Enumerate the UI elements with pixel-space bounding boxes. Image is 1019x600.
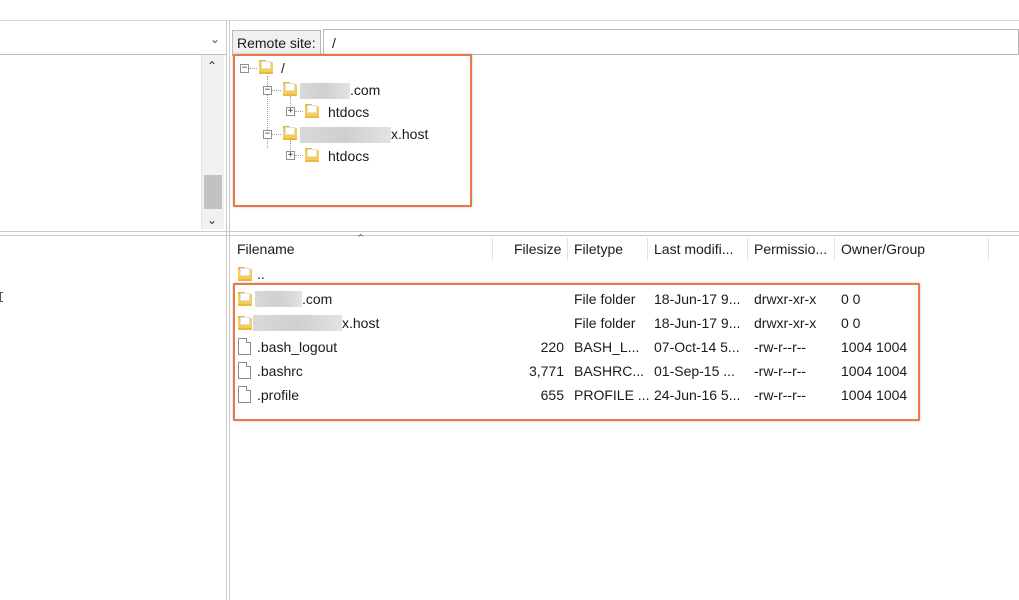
- pane-splitter-edge: [229, 21, 230, 600]
- local-site-dropdown[interactable]: ⌄: [0, 28, 226, 55]
- column-header-owner[interactable]: Owner/Group: [841, 236, 925, 262]
- column-header-permissions[interactable]: Permissio...: [754, 236, 827, 262]
- column-header-filesize[interactable]: Filesize: [514, 236, 561, 262]
- table-row-parent[interactable]: ..: [231, 263, 931, 285]
- top-divider: [0, 20, 1019, 21]
- local-tree-scrollbar[interactable]: ⌃ ⌄: [201, 55, 224, 229]
- tree-highlight-box: [233, 54, 472, 207]
- scroll-up-icon[interactable]: ⌃: [207, 59, 217, 73]
- sort-ascending-icon: ⌃: [356, 233, 366, 245]
- column-header-modified[interactable]: Last modifi...: [654, 236, 733, 262]
- folder-icon: [238, 267, 252, 281]
- resize-handle-icon[interactable]: [0, 292, 3, 302]
- scroll-thumb[interactable]: [204, 175, 222, 209]
- remote-site-input[interactable]: /: [323, 29, 1019, 55]
- files-highlight-box: [233, 283, 920, 421]
- remote-site-label: Remote site:: [232, 30, 321, 56]
- column-header-filetype[interactable]: Filetype: [574, 236, 623, 262]
- parent-directory-label: ..: [257, 266, 265, 282]
- column-header-filename[interactable]: Filename: [237, 236, 295, 262]
- pane-splitter-horizontal[interactable]: [0, 231, 1019, 232]
- scroll-down-icon[interactable]: ⌄: [207, 213, 217, 227]
- pane-splitter-vertical[interactable]: [226, 21, 227, 600]
- chevron-down-icon[interactable]: ⌄: [210, 32, 220, 46]
